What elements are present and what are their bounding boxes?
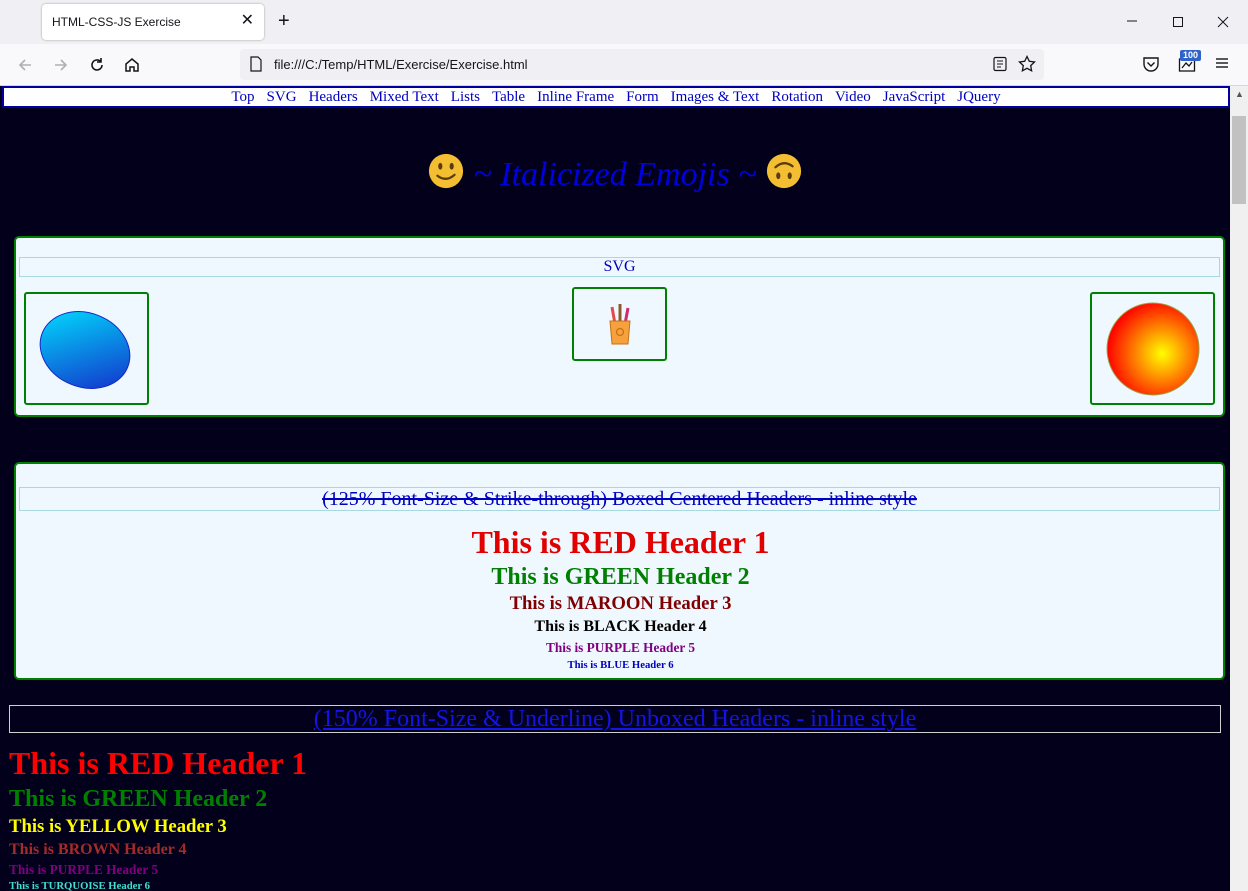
close-window-icon[interactable]	[1217, 15, 1229, 33]
unboxed-header-4: This is BROWN Header 4	[9, 841, 187, 858]
vertical-scrollbar[interactable]: ▲	[1230, 86, 1248, 891]
boxed-headers-section: (125% Font-Size & Strike-through) Boxed …	[14, 462, 1225, 680]
unboxed-header-3: This is YELLOW Header 3	[9, 816, 227, 837]
nav-link-table[interactable]: Table	[492, 89, 525, 105]
top-nav: Top SVG Headers Mixed Text Lists Table Inline …	[2, 86, 1230, 108]
upside-down-face-icon	[767, 153, 802, 189]
new-tab-icon[interactable]: +	[278, 10, 290, 32]
nav-link-rotation[interactable]: Rotation	[771, 89, 823, 105]
tab-strip: HTML-CSS-JS Exercise ✕ +	[0, 0, 1248, 44]
unboxed-header-1: This is RED Header 1	[9, 745, 308, 781]
slightly-smiling-face-icon	[428, 153, 463, 189]
tab-close-icon[interactable]: ✕	[241, 12, 254, 30]
red-yellow-radial-circle	[1106, 302, 1199, 395]
address-bar[interactable]: file:///C:/Temp/HTML/Exercise/Exercise.h…	[240, 49, 1044, 80]
forward-icon[interactable]	[50, 54, 72, 76]
reader-view-icon[interactable]	[992, 56, 1008, 77]
unboxed-headers-title: (150% Font-Size & Underline) Unboxed Hea…	[9, 705, 1221, 733]
pencil-cup-icon	[608, 304, 631, 345]
boxed-header-6: This is BLUE Header 6	[567, 659, 674, 671]
unboxed-header-2: This is GREEN Header 2	[9, 786, 268, 812]
nav-link-form[interactable]: Form	[626, 89, 659, 105]
page-title-text: ~ Italicized Emojis ~	[473, 156, 757, 193]
page-icon	[249, 56, 263, 77]
url-text: file:///C:/Temp/HTML/Exercise/Exercise.h…	[274, 57, 528, 72]
navigation-toolbar: file:///C:/Temp/HTML/Exercise/Exercise.h…	[0, 44, 1248, 86]
scroll-thumb[interactable]	[1232, 116, 1246, 204]
nav-link-lists[interactable]: Lists	[451, 89, 480, 105]
nav-link-headers[interactable]: Headers	[309, 89, 358, 105]
page-title: ~ Italicized Emojis ~	[0, 152, 1230, 197]
page-viewport: Top SVG Headers Mixed Text Lists Table Inline …	[0, 86, 1230, 891]
boxed-headers-title: (125% Font-Size & Strike-through) Boxed …	[19, 487, 1220, 511]
tab-title: HTML-CSS-JS Exercise	[52, 15, 181, 29]
menu-icon[interactable]	[1214, 55, 1230, 76]
svg-section-header: SVG	[19, 257, 1220, 277]
pocket-icon[interactable]	[1142, 55, 1160, 78]
nav-link-top[interactable]: Top	[231, 89, 254, 105]
browser-tab[interactable]: HTML-CSS-JS Exercise ✕	[42, 4, 264, 40]
blue-gradient-ellipse	[39, 310, 130, 389]
scroll-up-icon[interactable]: ▲	[1235, 89, 1244, 99]
circle-card	[1090, 292, 1215, 405]
boxed-header-1: This is RED Header 1	[471, 524, 770, 560]
reload-icon[interactable]	[86, 54, 108, 76]
ellipse-card	[24, 292, 149, 405]
nav-link-javascript[interactable]: JavaScript	[883, 89, 945, 105]
svg-section: SVG	[14, 236, 1225, 417]
boxed-header-2: This is GREEN Header 2	[491, 564, 750, 590]
unboxed-header-5: This is PURPLE Header 5	[9, 862, 158, 877]
boxed-header-4: This is BLACK Header 4	[534, 618, 707, 635]
nav-link-images-text[interactable]: Images & Text	[671, 89, 760, 105]
pencil-cup-card	[572, 287, 667, 361]
maximize-icon[interactable]	[1172, 15, 1184, 33]
unboxed-header-6: This is TURQUOISE Header 6	[9, 880, 150, 891]
minimize-icon[interactable]	[1126, 14, 1138, 32]
bookmark-star-icon[interactable]	[1018, 54, 1036, 78]
nav-link-inline-frame[interactable]: Inline Frame	[537, 89, 614, 105]
extension-badge: 100	[1180, 50, 1202, 61]
back-icon[interactable]	[14, 54, 36, 76]
boxed-header-3: This is MAROON Header 3	[509, 593, 732, 614]
nav-link-jquery[interactable]: JQuery	[957, 89, 1000, 105]
nav-link-svg[interactable]: SVG	[267, 89, 297, 105]
boxed-header-5: This is PURPLE Header 5	[546, 640, 695, 655]
nav-link-mixed-text[interactable]: Mixed Text	[370, 89, 439, 105]
nav-link-video[interactable]: Video	[835, 89, 871, 105]
home-icon[interactable]	[121, 54, 143, 76]
